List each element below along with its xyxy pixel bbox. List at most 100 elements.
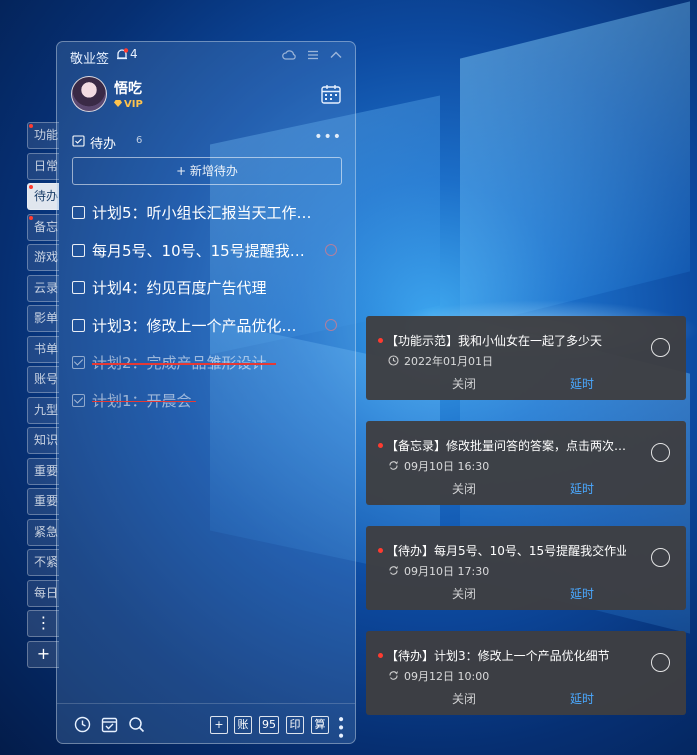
notification-time: 09月12日 10:00 [404,670,490,683]
side-tab[interactable]: 账号 [27,366,59,393]
side-tab[interactable]: 游戏 [27,244,59,271]
clock-icon[interactable] [74,716,91,733]
side-tab[interactable]: 书单 [27,335,59,363]
side-tab[interactable]: 知识 [27,427,59,454]
clock-icon [388,355,399,366]
cloud-sync-icon[interactable] [282,48,296,62]
bell-count: 4 [130,47,138,61]
side-tab-label: 功能 [34,128,59,142]
side-tab-label: 书单 [34,341,59,356]
more-options-button[interactable]: ••• [314,129,342,145]
title-bar[interactable]: 敬业签 4 [57,42,355,70]
section-count: 6 [136,135,143,146]
repeat-icon [389,671,398,680]
close-button[interactable]: 关闭 [452,585,476,602]
side-tab-label: 影单 [34,311,59,325]
todo-item[interactable]: 计划2：完成产品雏形设计 [72,352,337,374]
side-tab[interactable]: 每日 [27,579,59,607]
unread-dot [378,338,383,343]
side-tab-label: 九型 [34,402,59,417]
notification-time: 09月10日 17:30 [404,565,490,578]
avatar[interactable] [71,76,107,112]
snooze-button[interactable]: 延时 [570,690,594,707]
todo-checkbox[interactable] [72,318,85,332]
number-button[interactable]: 95 [259,716,279,734]
close-button[interactable]: 关闭 [452,480,476,497]
more-vertical-icon[interactable]: ••• [332,715,348,740]
side-tab-label: 不紧 [34,555,59,569]
side-tab[interactable]: 备忘 [27,213,59,241]
complete-circle-button[interactable] [651,653,670,672]
todo-item[interactable]: 计划4：约见百度广告代理 [72,277,337,299]
app-name: 敬业签 [70,52,110,67]
side-tab-label: 游戏 [34,250,59,264]
close-button[interactable]: 关闭 [452,690,476,707]
add-button[interactable]: + [210,716,228,734]
ledger-button[interactable]: 账 [234,716,252,734]
side-tab-label: 重要 [34,494,59,508]
todo-item[interactable]: 计划1：开晨会 [72,390,337,412]
complete-circle-button[interactable] [651,338,670,357]
print-button[interactable]: 印 [286,716,304,734]
diamond-icon [114,100,122,107]
vip-label: VIP [124,99,143,110]
reminder-clock-icon [325,318,337,331]
todo-checkbox[interactable] [72,206,85,219]
todo-text: 每月5号、10号、15号提醒我… [92,241,305,260]
side-tab[interactable]: 影单 [27,305,59,332]
more-tabs-button[interactable]: ⋮ [27,610,59,637]
add-todo-button[interactable]: + 新增待办 [72,157,342,185]
complete-circle-button[interactable] [651,443,670,462]
todo-text: 计划3：修改上一个产品优化… [92,316,297,335]
unread-dot [29,185,33,189]
close-button[interactable]: 关闭 [452,375,476,392]
bell-icon[interactable] [115,48,129,62]
side-tab[interactable]: 功能 [27,122,59,149]
wallpaper-pane [460,1,690,329]
sticky-note-panel: 敬业签 4 悟吃 VIP 待办 6 ••• + 新增待办 计划5：听小组长汇报当… [56,41,356,744]
todo-checkbox[interactable] [72,243,85,257]
calendar-icon[interactable] [320,83,342,105]
check-calendar-icon[interactable] [101,716,118,733]
side-tab[interactable]: 不紧 [27,549,59,576]
section-title: 待办 [90,137,117,152]
menu-icon[interactable] [306,48,320,62]
notification-title: 【功能示范】我和小仙女在一起了多少天 [386,334,603,348]
snooze-button[interactable]: 延时 [570,585,594,602]
snooze-button[interactable]: 延时 [570,375,594,392]
todo-checkbox[interactable] [72,356,85,369]
repeat-icon [389,566,398,575]
todo-item[interactable]: 计划3：修改上一个产品优化… [72,315,337,337]
todo-item[interactable]: 计划5：听小组长汇报当天工作… [72,202,337,224]
unread-dot [378,443,383,448]
todo-text: 计划5：听小组长汇报当天工作… [92,204,312,222]
collapse-icon[interactable] [329,48,343,62]
bottom-toolbar: + 账 95 印 算 ••• [57,703,355,743]
complete-circle-button[interactable] [651,548,670,567]
side-tab[interactable]: 九型 [27,396,59,424]
side-tab[interactable]: 重要 [27,488,59,515]
side-tab[interactable]: 紧急 [27,518,59,546]
side-tab-label: 待办 [34,189,59,203]
calculator-button[interactable]: 算 [311,716,329,734]
side-tab[interactable]: 重要 [27,457,59,485]
reminder-clock-icon [325,243,337,256]
reminder-notification: 【待办】计划3：修改上一个产品优化细节 09月12日 10:00 关闭 延时 [366,631,686,715]
snooze-button[interactable]: 延时 [570,480,594,497]
todo-item[interactable]: 每月5号、10号、15号提醒我… [72,240,337,262]
todo-checkbox[interactable] [72,281,85,294]
category-tabs: 功能 日常 待办 备忘 游戏 云录 影单 书单 账号 九型 知识 重要 重要 紧急 不紧 每日 ⋮ + [27,122,59,671]
search-icon[interactable] [128,716,145,733]
side-tab-label: 紧急 [34,524,59,539]
side-tab[interactable]: 日常 [27,152,59,180]
todo-checkbox[interactable] [72,393,85,407]
side-tab[interactable]: 待办 [27,183,59,210]
vip-badge: VIP [114,99,143,110]
unread-dot [29,124,33,128]
add-tab-button[interactable]: + [27,640,59,668]
notification-title: 【备忘录】修改批量问答的答案，点击两次… [386,439,626,453]
notification-time: 2022年01月01日 [404,355,493,368]
todo-text: 计划4：约见百度广告代理 [92,279,267,297]
side-tab[interactable]: 云录 [27,274,59,302]
side-tab-label: 每日 [34,585,59,600]
